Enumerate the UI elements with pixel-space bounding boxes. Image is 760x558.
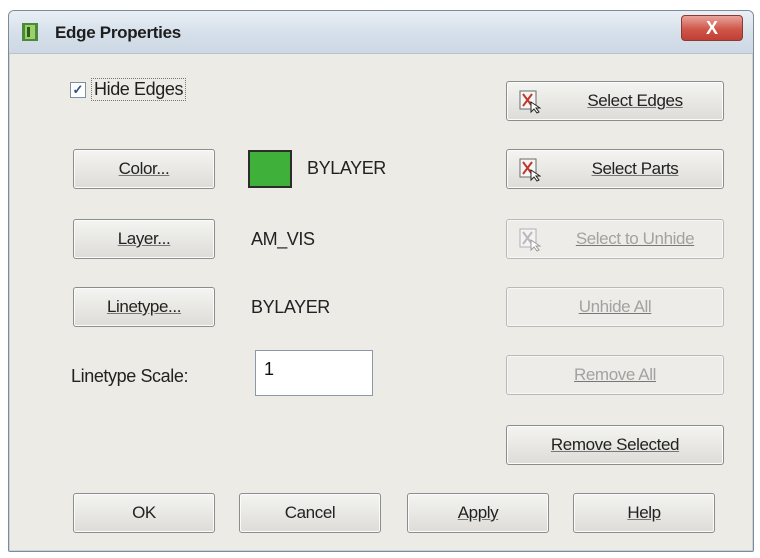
edge-properties-dialog: Edge Properties X ✓ Hide Edges Color... … — [8, 10, 754, 552]
hide-edges-checkbox[interactable]: ✓ — [70, 82, 86, 98]
color-button[interactable]: Color... — [73, 149, 215, 189]
layer-button[interactable]: Layer... — [73, 219, 215, 259]
linetype-scale-input[interactable]: 1 — [255, 350, 373, 396]
apply-button[interactable]: Apply — [407, 493, 549, 533]
remove-selected-button[interactable]: Remove Selected — [506, 425, 724, 465]
remove-all-label: Remove All — [574, 365, 656, 384]
apply-label: Apply — [457, 503, 499, 522]
linetype-button[interactable]: Linetype... — [73, 287, 215, 327]
color-swatch — [248, 150, 292, 188]
unhide-all-button[interactable]: Unhide All — [506, 287, 724, 327]
help-label: Help — [627, 503, 661, 522]
linetype-value: BYLAYER — [251, 297, 330, 317]
select-edges-button[interactable]: Select Edges — [506, 81, 724, 121]
checkmark-icon: ✓ — [72, 82, 84, 97]
select-edges-label: Select Edges — [587, 91, 683, 110]
remove-selected-label: Remove Selected — [550, 435, 680, 454]
layer-value: AM_VIS — [251, 229, 315, 249]
select-parts-button[interactable]: Select Parts — [506, 149, 724, 189]
select-cursor-icon — [519, 158, 541, 182]
select-parts-label: Select Parts — [591, 159, 679, 178]
help-button[interactable]: Help — [573, 493, 715, 533]
unhide-all-label: Unhide All — [578, 297, 652, 316]
cancel-label: Cancel — [284, 503, 336, 522]
ok-button[interactable]: OK — [73, 493, 215, 533]
window-title: Edge Properties — [55, 23, 181, 42]
select-to-unhide-button[interactable]: Select to Unhide — [506, 219, 724, 259]
close-icon: X — [705, 17, 718, 38]
color-value: BYLAYER — [307, 158, 386, 178]
hide-edges-label[interactable]: Hide Edges — [91, 78, 187, 101]
select-cursor-icon — [519, 90, 541, 114]
layer-button-label: Layer... — [117, 229, 171, 248]
ok-label: OK — [132, 503, 156, 522]
title-bar: Edge Properties X — [9, 11, 753, 54]
cancel-button[interactable]: Cancel — [239, 493, 381, 533]
remove-all-button[interactable]: Remove All — [506, 355, 724, 395]
close-button[interactable]: X — [681, 15, 743, 41]
linetype-button-label: Linetype... — [106, 297, 182, 316]
color-button-label: Color... — [118, 159, 170, 178]
linetype-scale-label: Linetype Scale: — [71, 366, 189, 386]
select-cursor-icon — [519, 228, 541, 252]
select-to-unhide-label: Select to Unhide — [575, 229, 695, 248]
app-icon — [22, 23, 38, 41]
